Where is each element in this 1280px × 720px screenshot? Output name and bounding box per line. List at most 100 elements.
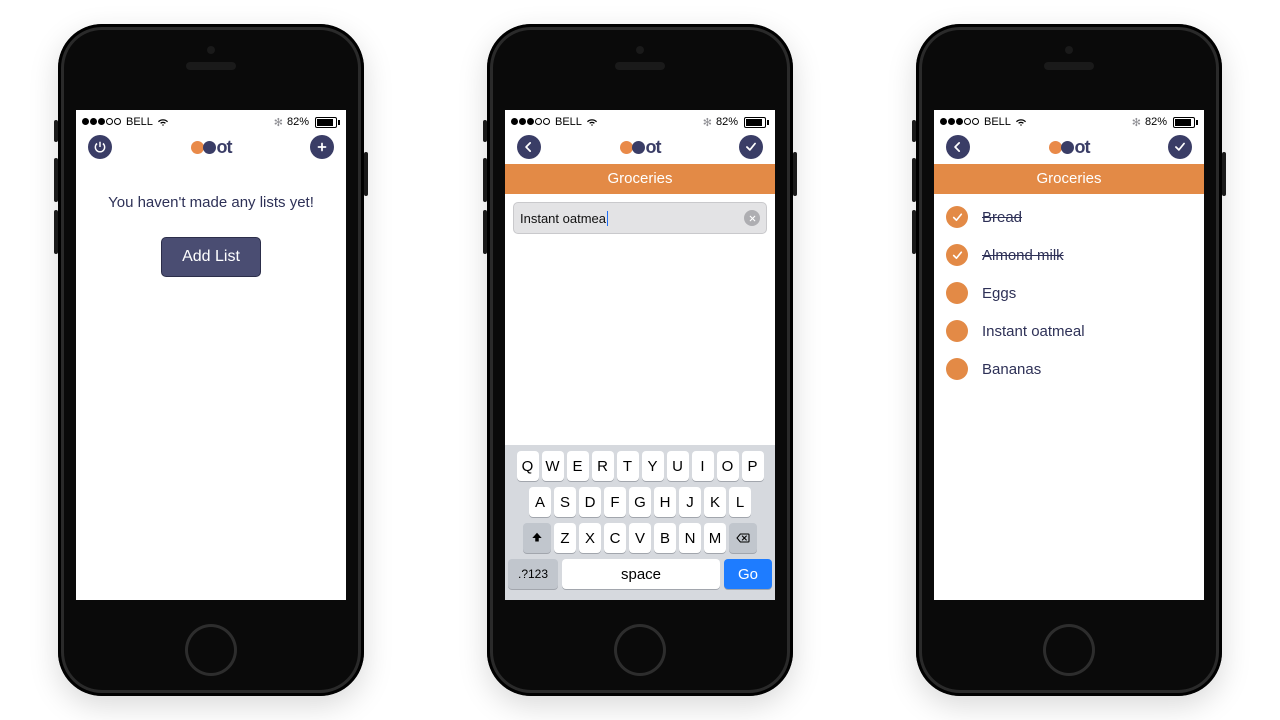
key-i[interactable]: I: [692, 451, 714, 481]
carrier-label: BELL: [984, 116, 1011, 128]
app-logo: ot: [1049, 137, 1090, 158]
key-c[interactable]: C: [604, 523, 626, 553]
key-numbers[interactable]: .?123: [508, 559, 558, 589]
checked-icon[interactable]: [946, 206, 968, 228]
confirm-button[interactable]: [1168, 135, 1192, 159]
key-l[interactable]: L: [729, 487, 751, 517]
key-y[interactable]: Y: [642, 451, 664, 481]
key-m[interactable]: M: [704, 523, 726, 553]
app-logo: ot: [191, 137, 232, 158]
item-label: Instant oatmeal: [982, 323, 1085, 340]
key-backspace[interactable]: [729, 523, 757, 553]
confirm-button[interactable]: [739, 135, 763, 159]
backspace-icon: [735, 530, 751, 546]
unchecked-icon[interactable]: [946, 358, 968, 380]
key-g[interactable]: G: [629, 487, 651, 517]
new-item-input[interactable]: Instant oatmea: [513, 202, 767, 234]
key-space[interactable]: space: [562, 559, 720, 589]
phone-mockup-list: BELL ✻ 82% ot: [916, 24, 1222, 696]
check-icon: [744, 140, 758, 154]
key-v[interactable]: V: [629, 523, 651, 553]
battery-percent: 82%: [716, 116, 738, 128]
battery-percent: 82%: [1145, 116, 1167, 128]
key-s[interactable]: S: [554, 487, 576, 517]
unchecked-icon[interactable]: [946, 282, 968, 304]
key-q[interactable]: Q: [517, 451, 539, 481]
back-button[interactable]: [946, 135, 970, 159]
battery-percent: 82%: [287, 116, 309, 128]
key-o[interactable]: O: [717, 451, 739, 481]
add-button[interactable]: [310, 135, 334, 159]
back-button[interactable]: [517, 135, 541, 159]
signal-dots-icon: [511, 116, 551, 128]
empty-state-message: You haven't made any lists yet!: [76, 194, 346, 211]
key-u[interactable]: U: [667, 451, 689, 481]
power-button[interactable]: [88, 135, 112, 159]
list-item[interactable]: Bananas: [934, 350, 1204, 388]
key-n[interactable]: N: [679, 523, 701, 553]
power-icon: [93, 140, 107, 154]
phone-mockup-add-item: BELL ✻ 82% ot: [487, 24, 793, 696]
status-bar: BELL ✻ 82%: [934, 110, 1204, 130]
battery-icon: [1171, 117, 1198, 128]
battery-icon: [742, 117, 769, 128]
key-a[interactable]: A: [529, 487, 551, 517]
key-b[interactable]: B: [654, 523, 676, 553]
key-z[interactable]: Z: [554, 523, 576, 553]
wifi-icon: [586, 115, 598, 130]
unchecked-icon[interactable]: [946, 320, 968, 342]
list-item[interactable]: Almond milk: [934, 236, 1204, 274]
key-r[interactable]: R: [592, 451, 614, 481]
key-f[interactable]: F: [604, 487, 626, 517]
item-label: Bananas: [982, 361, 1041, 378]
signal-dots-icon: [82, 116, 122, 128]
bluetooth-icon: ✻: [274, 116, 283, 129]
key-k[interactable]: K: [704, 487, 726, 517]
status-bar: BELL ✻ 82%: [76, 110, 346, 130]
key-h[interactable]: H: [654, 487, 676, 517]
signal-dots-icon: [940, 116, 980, 128]
item-label: Eggs: [982, 285, 1016, 302]
key-e[interactable]: E: [567, 451, 589, 481]
back-arrow-icon: [951, 140, 965, 154]
checked-icon[interactable]: [946, 244, 968, 266]
key-j[interactable]: J: [679, 487, 701, 517]
item-label: Bread: [982, 209, 1022, 226]
back-arrow-icon: [522, 140, 536, 154]
key-p[interactable]: P: [742, 451, 764, 481]
list-item[interactable]: Instant oatmeal: [934, 312, 1204, 350]
wifi-icon: [157, 115, 169, 130]
carrier-label: BELL: [555, 116, 582, 128]
key-w[interactable]: W: [542, 451, 564, 481]
add-list-button[interactable]: Add List: [161, 237, 261, 277]
list-item[interactable]: Eggs: [934, 274, 1204, 312]
list-title: Groceries: [505, 164, 775, 194]
list-title: Groceries: [934, 164, 1204, 194]
key-x[interactable]: X: [579, 523, 601, 553]
bluetooth-icon: ✻: [703, 116, 712, 129]
phone-mockup-empty: BELL ✻ 82% ot: [58, 24, 364, 696]
key-d[interactable]: D: [579, 487, 601, 517]
carrier-label: BELL: [126, 116, 153, 128]
home-button[interactable]: [614, 624, 666, 676]
app-logo: ot: [620, 137, 661, 158]
key-shift[interactable]: [523, 523, 551, 553]
x-icon: [748, 214, 757, 223]
input-value: Instant oatmea: [520, 211, 744, 226]
item-label: Almond milk: [982, 247, 1064, 264]
nav-bar: ot: [76, 130, 346, 164]
battery-icon: [313, 117, 340, 128]
status-bar: BELL ✻ 82%: [505, 110, 775, 130]
home-button[interactable]: [185, 624, 237, 676]
nav-bar: ot: [934, 130, 1204, 164]
clear-input-button[interactable]: [744, 210, 760, 226]
home-button[interactable]: [1043, 624, 1095, 676]
key-t[interactable]: T: [617, 451, 639, 481]
nav-bar: ot: [505, 130, 775, 164]
key-go[interactable]: Go: [724, 559, 772, 589]
check-icon: [1173, 140, 1187, 154]
list-item[interactable]: Bread: [934, 198, 1204, 236]
shift-icon: [530, 531, 544, 545]
plus-icon: [315, 140, 329, 154]
wifi-icon: [1015, 115, 1027, 130]
